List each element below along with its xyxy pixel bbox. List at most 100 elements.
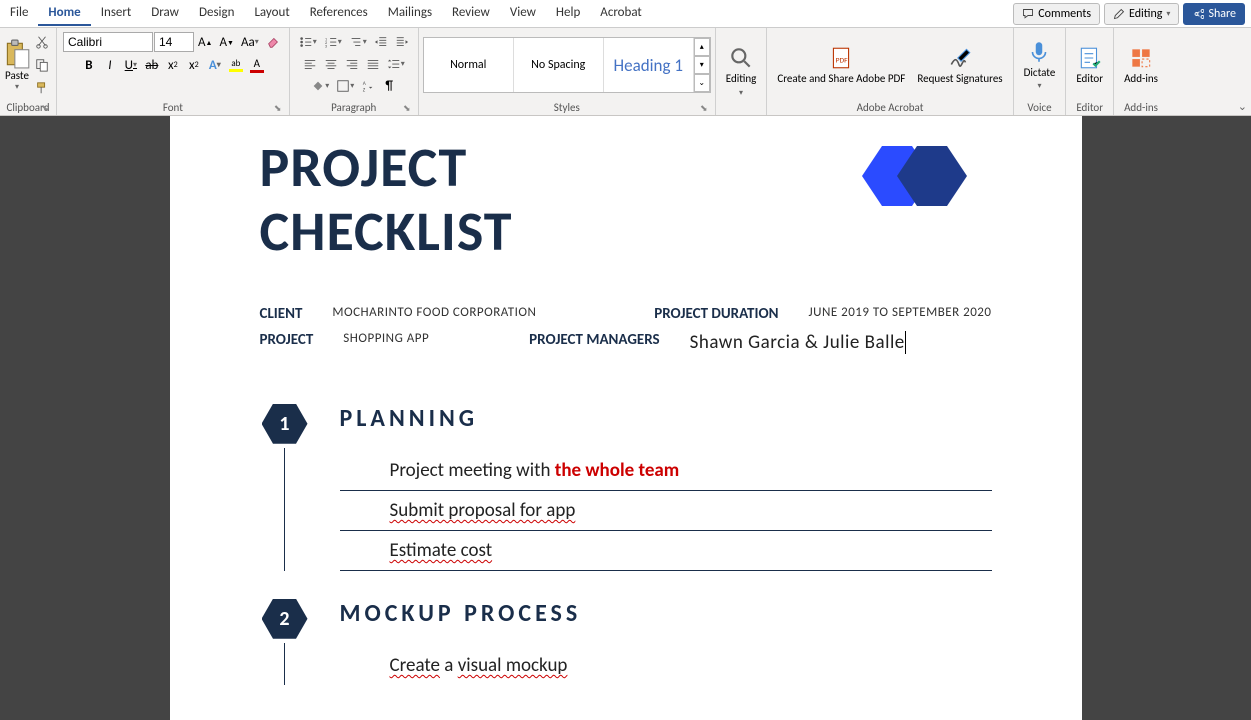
duration-value[interactable]: JUNE 2019 TO SEPTEMBER 2020 xyxy=(808,305,991,323)
borders-icon xyxy=(336,79,350,93)
numbering-icon: 123 xyxy=(324,35,338,49)
bullets-button[interactable]: ▾ xyxy=(296,32,320,52)
justify-button[interactable] xyxy=(363,54,383,74)
dictate-button[interactable]: Dictate ▾ xyxy=(1018,37,1062,93)
shading-button[interactable]: ▾ xyxy=(308,76,332,96)
copy-icon xyxy=(35,58,49,72)
clipboard-launcher[interactable]: ⬊ xyxy=(40,103,50,113)
superscript-button[interactable]: x2 xyxy=(184,55,204,75)
font-label: Font xyxy=(163,101,183,114)
align-left-icon xyxy=(303,57,317,71)
menu-references[interactable]: References xyxy=(300,1,378,26)
ribbon: Paste ▾ Clipboard⬊ A▲ A▼ Aa▾ B I xyxy=(0,28,1251,116)
align-right-button[interactable] xyxy=(342,54,362,74)
copy-button[interactable] xyxy=(32,55,52,75)
menu-layout[interactable]: Layout xyxy=(244,1,299,26)
shrink-font-button[interactable]: A▼ xyxy=(216,32,236,52)
sort-button[interactable]: AZ xyxy=(358,76,378,96)
subscript-button[interactable]: x2 xyxy=(163,55,183,75)
document-workspace[interactable]: PROJECT CHECKLIST CLIENT MOCHARINTO FOOD… xyxy=(0,116,1251,720)
highlight-button[interactable]: ab xyxy=(226,55,246,75)
logo-icon xyxy=(862,136,972,216)
menu-home[interactable]: Home xyxy=(38,1,90,26)
request-sig-button[interactable]: Request Signatures xyxy=(911,43,1008,87)
styles-up[interactable]: ▴ xyxy=(694,38,710,56)
menu-file[interactable]: File xyxy=(0,1,38,26)
addins-button[interactable]: Add-ins xyxy=(1118,43,1164,87)
indent-button[interactable] xyxy=(392,32,412,52)
menu-acrobat[interactable]: Acrobat xyxy=(590,1,652,26)
section-1-item-2[interactable]: Submit proposal for app xyxy=(340,491,992,531)
underline-button[interactable]: U▾ xyxy=(121,55,141,75)
menubar: File Home Insert Draw Design Layout Refe… xyxy=(0,0,1251,28)
line-spacing-button[interactable]: ▾ xyxy=(384,54,408,74)
grow-font-button[interactable]: A▲ xyxy=(195,32,215,52)
timeline-line xyxy=(284,643,285,685)
font-color-button[interactable]: A xyxy=(247,55,267,75)
sort-icon: AZ xyxy=(361,79,375,93)
multilevel-button[interactable]: ▾ xyxy=(346,32,370,52)
menu-help[interactable]: Help xyxy=(546,1,590,26)
cut-button[interactable] xyxy=(32,32,52,52)
editing-dropdown[interactable]: Editing ▾ xyxy=(720,43,763,99)
menu-review[interactable]: Review xyxy=(442,1,500,26)
styles-more[interactable]: ⌄ xyxy=(694,74,710,92)
document-page[interactable]: PROJECT CHECKLIST CLIENT MOCHARINTO FOOD… xyxy=(170,116,1082,720)
format-painter-button[interactable] xyxy=(32,78,52,98)
menu-draw[interactable]: Draw xyxy=(141,1,189,26)
bold-button[interactable]: B xyxy=(79,55,99,75)
align-right-icon xyxy=(345,57,359,71)
change-case-button[interactable]: Aa▾ xyxy=(238,32,262,52)
create-pdf-button[interactable]: PDF Create and Share Adobe PDF xyxy=(771,43,911,87)
menu-view[interactable]: View xyxy=(500,1,546,26)
paste-button[interactable]: Paste ▾ xyxy=(4,39,30,92)
numbering-button[interactable]: 123▾ xyxy=(321,32,345,52)
comments-button[interactable]: Comments xyxy=(1013,3,1100,25)
styles-down[interactable]: ▾ xyxy=(694,56,710,74)
style-nospacing[interactable]: No Spacing xyxy=(514,38,604,92)
text-effects-button[interactable]: A▾ xyxy=(205,55,225,75)
collapse-ribbon-button[interactable]: ⌄ xyxy=(1238,100,1247,113)
italic-button[interactable]: I xyxy=(100,55,120,75)
outdent-icon xyxy=(374,35,388,49)
managers-value[interactable]: Shawn Garcia & Julie Balle xyxy=(690,331,906,354)
menu-insert[interactable]: Insert xyxy=(91,1,142,26)
editor-button[interactable]: Editor xyxy=(1070,43,1109,87)
paragraph-launcher[interactable]: ⬊ xyxy=(402,103,412,113)
section-1-title[interactable]: PLANNING xyxy=(340,404,992,433)
show-marks-button[interactable]: ¶ xyxy=(379,76,399,96)
font-launcher[interactable]: ⬊ xyxy=(273,103,283,113)
clear-format-button[interactable] xyxy=(263,32,283,52)
line-spacing-icon xyxy=(387,57,401,71)
section-2-item-1[interactable]: Create a visual mockup xyxy=(340,646,992,685)
menu-design[interactable]: Design xyxy=(189,1,244,26)
font-name-input[interactable] xyxy=(63,32,153,52)
project-value[interactable]: SHOPPING APP xyxy=(343,331,429,354)
styles-launcher[interactable]: ⬊ xyxy=(699,103,709,113)
style-heading1[interactable]: Heading 1 xyxy=(604,38,694,92)
font-size-input[interactable] xyxy=(154,32,194,52)
menu-mailings[interactable]: Mailings xyxy=(378,1,442,26)
group-clipboard: Paste ▾ Clipboard⬊ xyxy=(0,28,57,115)
group-styles: Normal No Spacing Heading 1 ▴ ▾ ⌄ Styles… xyxy=(419,28,716,115)
align-center-button[interactable] xyxy=(321,54,341,74)
signature-icon xyxy=(947,45,973,71)
section-1-item-1[interactable]: Project meeting with the whole team xyxy=(340,451,992,491)
editor-icon xyxy=(1077,45,1103,71)
brush-icon xyxy=(35,81,49,95)
outdent-button[interactable] xyxy=(371,32,391,52)
section-2-title[interactable]: MOCKUP PROCESS xyxy=(340,599,992,628)
borders-button[interactable]: ▾ xyxy=(333,76,357,96)
share-button[interactable]: Share xyxy=(1183,3,1245,25)
client-value[interactable]: MOCHARINTO FOOD CORPORATION xyxy=(332,305,536,323)
align-left-button[interactable] xyxy=(300,54,320,74)
cut-icon xyxy=(35,35,49,49)
section-1-item-3[interactable]: Estimate cost xyxy=(340,531,992,571)
style-normal[interactable]: Normal xyxy=(424,38,514,92)
strike-button[interactable]: ab xyxy=(142,55,162,75)
timeline-line xyxy=(284,448,285,571)
acrobat-label: Adobe Acrobat xyxy=(857,101,924,114)
editing-button[interactable]: Editing▾ xyxy=(1104,3,1179,25)
share-icon xyxy=(1192,8,1204,20)
group-voice: Dictate ▾ Voice xyxy=(1014,28,1067,115)
